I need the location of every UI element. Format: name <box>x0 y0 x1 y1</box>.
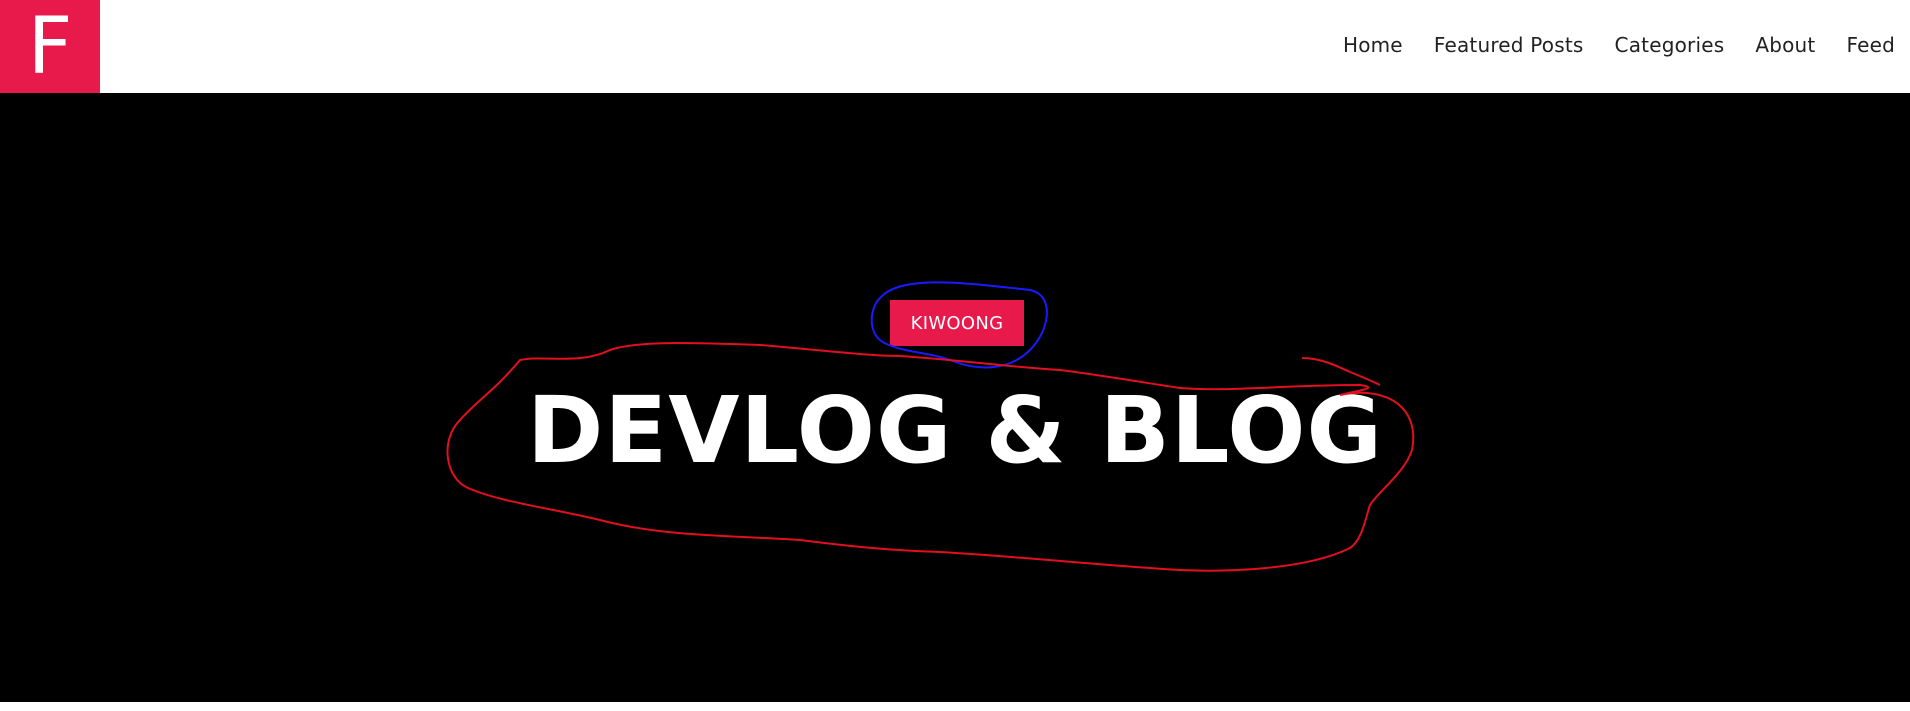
nav-item-home[interactable]: Home <box>1343 33 1403 57</box>
hero-title: DEVLOG & BLOG <box>527 377 1383 484</box>
nav-item-feed[interactable]: Feed <box>1846 33 1895 57</box>
nav-item-featured-posts[interactable]: Featured Posts <box>1434 33 1584 57</box>
main-nav: Home Featured Posts Categories About Fee… <box>1343 0 1895 90</box>
site-header: F Home Featured Posts Categories About F… <box>0 0 1910 93</box>
nav-item-categories[interactable]: Categories <box>1615 33 1725 57</box>
page-background <box>0 702 1910 711</box>
nav-item-about[interactable]: About <box>1755 33 1815 57</box>
logo-letter: F <box>27 1 73 92</box>
site-logo[interactable]: F <box>0 0 100 93</box>
author-badge[interactable]: KIWOONG <box>890 300 1024 346</box>
